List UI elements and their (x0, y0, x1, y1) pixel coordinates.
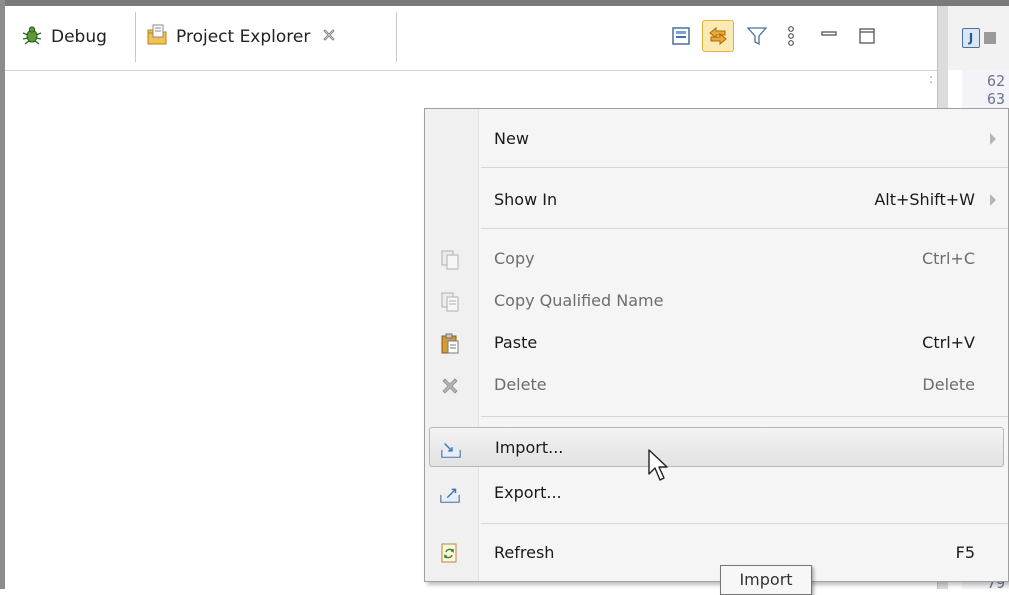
menu-item-export[interactable]: Export... (425, 473, 1008, 513)
editor-tab[interactable]: J (948, 6, 1009, 71)
link-with-editor-icon (709, 26, 727, 46)
line-number: 63 (986, 90, 1005, 108)
tab-project-explorer[interactable]: Project Explorer (135, 12, 397, 62)
mouse-pointer-icon (647, 448, 675, 490)
maximize-icon (859, 28, 875, 44)
tab-debug[interactable]: Debug (13, 12, 135, 62)
java-file-icon: J (962, 28, 980, 48)
menu-item-show-in[interactable]: Show In Alt+Shift+W (425, 180, 1008, 220)
menu-item-paste[interactable]: Paste Ctrl+V (425, 323, 1008, 363)
menu-item-shortcut: Ctrl+V (922, 333, 975, 352)
menu-item-copy-qualified-name[interactable]: Copy Qualified Name (425, 281, 1008, 321)
menu-separator (481, 167, 1008, 168)
menu-item-label: Import... (495, 438, 564, 457)
menu-item-label: Copy (494, 249, 535, 268)
menu-separator (481, 523, 1008, 524)
menu-item-label: Refresh (494, 543, 555, 562)
line-number: 62 (986, 72, 1005, 90)
copy-icon (439, 249, 461, 271)
minimize-icon (821, 31, 837, 36)
refresh-icon (439, 543, 461, 565)
minimize-button[interactable] (813, 20, 845, 52)
menu-item-label: Copy Qualified Name (494, 291, 664, 310)
close-icon[interactable] (322, 28, 336, 46)
editor-tab-overflow (984, 32, 996, 44)
delete-icon (439, 375, 461, 397)
project-explorer-icon (146, 24, 168, 51)
bug-icon (21, 24, 43, 51)
menu-item-copy[interactable]: Copy Ctrl+C (425, 239, 1008, 279)
menu-item-shortcut: Delete (922, 375, 975, 394)
menu-item-refresh[interactable]: Refresh F5 (425, 533, 1008, 573)
tab-debug-label: Debug (51, 27, 107, 47)
submenu-arrow-icon (990, 133, 996, 145)
window-frame-left (0, 0, 5, 589)
menu-item-label: Paste (494, 333, 538, 352)
menu-item-delete[interactable]: Delete Delete (425, 365, 1008, 405)
menu-item-new[interactable]: New (425, 119, 1008, 159)
context-menu: New Show In Alt+Shift+W Copy Ctrl+C Copy (424, 108, 1009, 582)
maximize-button[interactable] (851, 20, 883, 52)
filter-button[interactable] (741, 20, 773, 52)
collapse-all-icon (672, 27, 690, 45)
menu-item-label: Delete (494, 375, 547, 394)
export-icon (439, 483, 461, 505)
menu-item-label: Show In (494, 190, 558, 209)
import-icon (440, 438, 462, 460)
paste-icon (439, 333, 461, 355)
menu-item-label: New (494, 129, 529, 148)
menu-item-shortcut: F5 (955, 543, 975, 562)
menu-item-import[interactable]: Import... (429, 427, 1004, 467)
menu-item-shortcut: Ctrl+C (921, 249, 975, 268)
copy-qualified-name-icon (439, 291, 461, 313)
overview-marker: : (929, 72, 934, 86)
collapse-all-button[interactable] (665, 20, 697, 52)
submenu-arrow-icon (990, 194, 996, 206)
link-with-editor-button[interactable] (702, 20, 734, 52)
view-menu-button[interactable] (775, 20, 807, 52)
view-tab-bar: Debug Project Explorer (5, 6, 937, 71)
tooltip: Import (720, 565, 812, 595)
filter-icon (746, 27, 768, 46)
menu-separator (481, 416, 1008, 417)
menu-separator (481, 228, 1008, 229)
view-menu-icon (788, 26, 794, 46)
menu-item-shortcut: Alt+Shift+W (874, 190, 975, 209)
menu-item-label: Export... (494, 483, 562, 502)
tab-project-explorer-label: Project Explorer (176, 27, 311, 47)
